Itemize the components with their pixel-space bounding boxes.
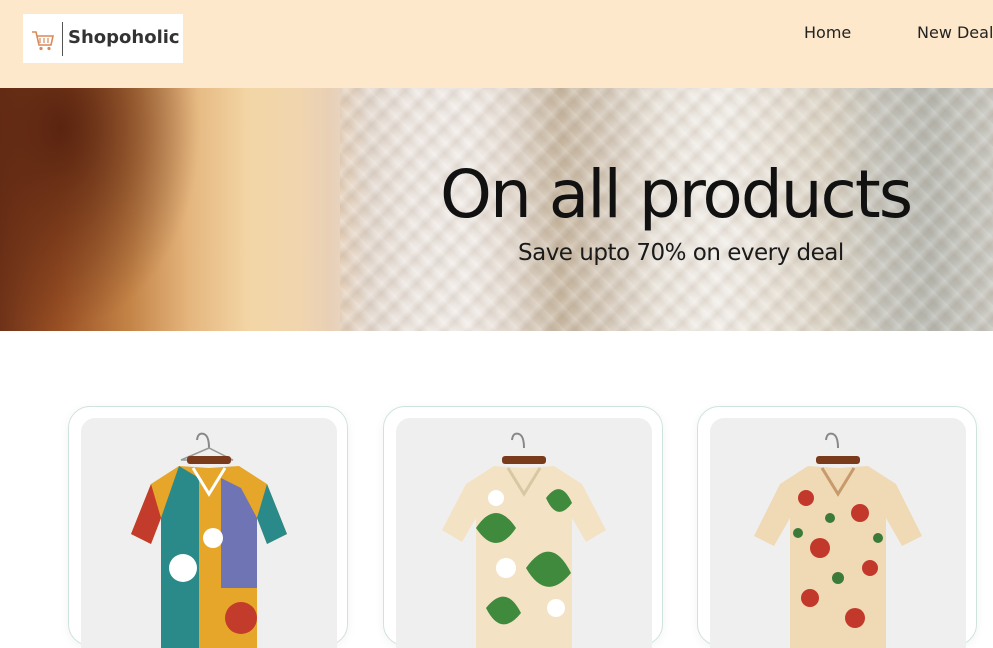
nav-new-deals[interactable]: New Deals (917, 23, 993, 42)
logo[interactable]: Shopoholic (23, 14, 183, 63)
product-card[interactable] (383, 406, 663, 648)
hero-title: On all products (440, 156, 913, 233)
shirt-icon (131, 432, 287, 648)
shirt-icon (442, 432, 606, 648)
nav-home[interactable]: Home (804, 23, 851, 42)
product-card[interactable] (697, 406, 977, 648)
product-image (396, 418, 652, 648)
logo-divider (62, 22, 63, 56)
shirt-icon (754, 432, 922, 648)
product-image (710, 418, 966, 648)
site-header: Shopoholic Home New Deals (0, 0, 993, 88)
product-card[interactable] (68, 406, 348, 648)
cart-icon (32, 31, 54, 51)
logo-text: Shopoholic (68, 27, 180, 48)
hero-subtitle: Save upto 70% on every deal (518, 240, 844, 266)
product-image (81, 418, 337, 648)
